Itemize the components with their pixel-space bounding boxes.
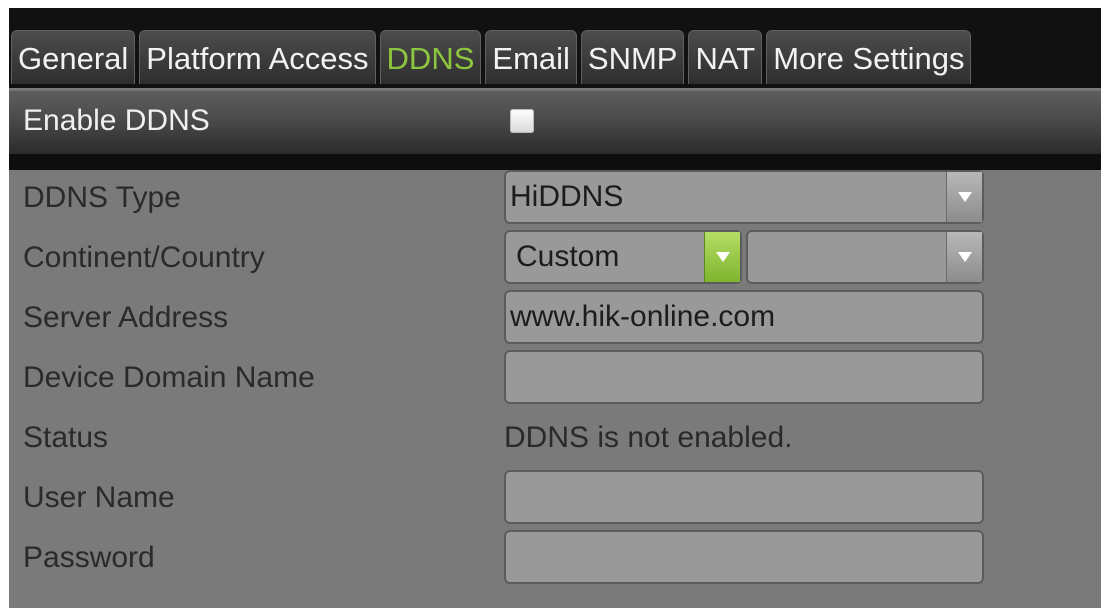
password-label: Password <box>23 541 155 574</box>
ddns-type-label: DDNS Type <box>23 181 181 214</box>
enable-ddns-checkbox[interactable] <box>510 109 534 133</box>
chevron-down-icon <box>958 252 972 262</box>
tab-bar: General Platform Access DDNS Email SNMP … <box>9 8 1101 88</box>
server-address-input[interactable]: www.hik-online.com <box>504 290 984 344</box>
user-name-label: User Name <box>23 481 175 514</box>
ddns-settings-panel: General Platform Access DDNS Email SNMP … <box>9 8 1101 608</box>
status-label: Status <box>23 421 109 454</box>
tab-nat[interactable]: NAT <box>688 30 763 84</box>
enable-ddns-label: Enable DDNS <box>23 104 210 137</box>
continent-dropdown-button[interactable] <box>704 232 740 282</box>
continent-country-label: Continent/Country <box>23 241 265 274</box>
device-domain-name-label: Device Domain Name <box>23 361 315 394</box>
ddns-type-value: HiDDNS <box>510 180 624 213</box>
password-input[interactable] <box>504 530 984 584</box>
tab-more-settings[interactable]: More Settings <box>766 30 972 84</box>
tab-list: General Platform Access DDNS Email SNMP … <box>11 30 972 86</box>
enable-ddns-row: Enable DDNS <box>9 90 1101 155</box>
user-name-input[interactable] <box>504 470 984 524</box>
status-value: DDNS is not enabled. <box>504 421 793 454</box>
continent-value: Custom <box>516 240 620 273</box>
ddns-type-dropdown-button[interactable] <box>946 172 982 222</box>
country-select[interactable] <box>746 230 984 284</box>
ddns-type-select[interactable]: HiDDNS <box>504 170 984 224</box>
tab-general[interactable]: General <box>11 30 136 84</box>
tab-platform-access[interactable]: Platform Access <box>139 30 376 84</box>
tab-snmp[interactable]: SNMP <box>580 30 685 84</box>
country-dropdown-button[interactable] <box>946 232 982 282</box>
continent-select[interactable]: Custom <box>504 230 742 284</box>
device-domain-name-input[interactable] <box>504 350 984 404</box>
chevron-down-icon <box>716 252 730 262</box>
server-address-label: Server Address <box>23 301 229 334</box>
tab-ddns[interactable]: DDNS <box>379 30 482 84</box>
tab-email[interactable]: Email <box>485 30 577 84</box>
chevron-down-icon <box>958 192 972 202</box>
section-divider <box>9 154 1101 170</box>
